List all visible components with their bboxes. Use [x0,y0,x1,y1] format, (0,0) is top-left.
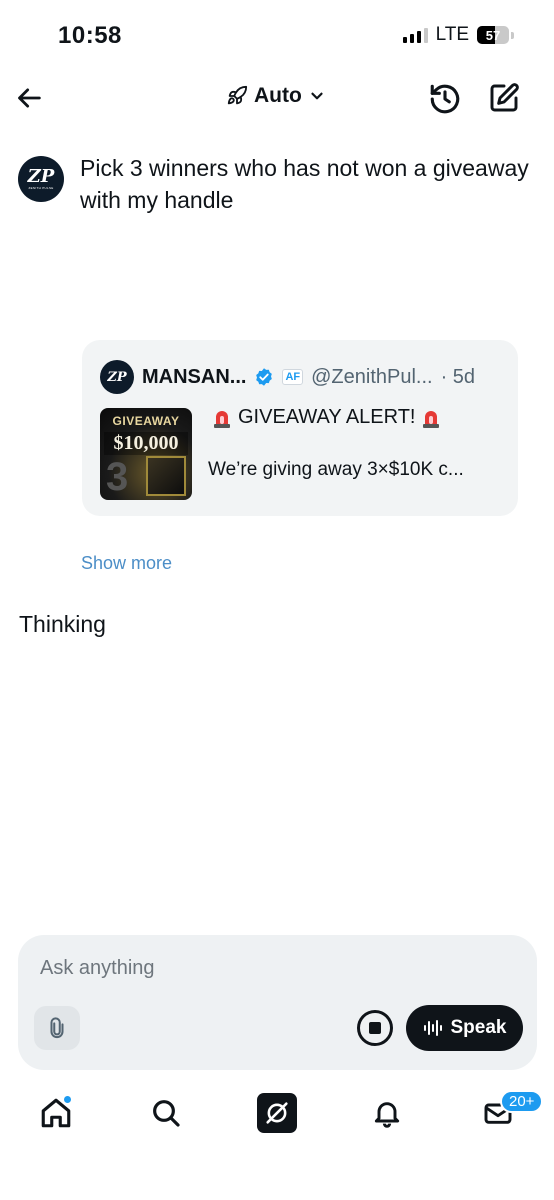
waveform-icon [423,1020,442,1036]
quoted-post-card[interactable]: ZP MANSAN... AF @ZenithPul... · 5d GIVEA… [82,340,518,516]
battery-level: 57 [485,27,501,43]
nav-home[interactable] [36,1093,76,1133]
thumbnail-amount: $10,000 [104,432,188,455]
rocket-icon [227,85,248,105]
nav-grok[interactable] [257,1093,297,1133]
user-message-text: Pick 3 winners who has not won a giveawa… [80,155,529,213]
speak-label: Speak [450,1017,507,1038]
quoted-post-thumbnail: GIVEAWAY $10,000 3 [100,408,192,500]
siren-icon [214,410,230,428]
affiliate-badge: AF [282,369,304,385]
gift-box-icon [146,456,186,496]
stop-icon [369,1022,381,1034]
messages-badge: 20+ [500,1090,544,1113]
history-icon [430,84,460,114]
composer: Ask anything Speak [18,935,537,1070]
battery-icon: 57 [477,26,509,44]
history-button[interactable] [428,82,462,116]
siren-icon [423,410,440,428]
status-bar: 10:58 LTE 57 [0,0,554,72]
nav-notifications[interactable] [367,1093,407,1133]
quoted-post-name: MANSAN... [142,365,247,388]
top-bar: Auto [0,78,554,122]
avatar[interactable]: ZP ZENITH PULSE [18,156,64,202]
verified-badge-icon [256,368,273,386]
quoted-post-avatar-logo: ZP [107,369,127,385]
attach-button[interactable] [34,1006,80,1050]
nav-search[interactable] [146,1093,186,1133]
quoted-post-body: We’re giving away 3×$10K c... [208,459,464,480]
paperclip-icon [50,1017,64,1039]
show-more-link[interactable]: Show more [81,553,172,574]
thumbnail-title: GIVEAWAY [112,414,180,428]
quoted-post-title: GIVEAWAY ALERT! [238,406,416,428]
bottom-nav: 20+ [0,1085,554,1155]
quoted-post-age: · 5d [440,365,476,388]
quoted-post-title-row: GIVEAWAY ALERT! [212,406,441,429]
chevron-down-icon [311,92,323,100]
quoted-post-handle: @ZenithPul... [311,365,433,388]
mode-selector[interactable]: Auto [226,84,326,108]
quoted-post-avatar: ZP [100,360,134,394]
nav-messages[interactable]: 20+ [478,1090,544,1133]
user-message: ZP ZENITH PULSE Pick 3 winners who has n… [18,152,538,216]
arrow-left-icon [18,88,41,108]
search-icon [153,1100,180,1127]
quoted-post-header: ZP MANSAN... AF @ZenithPul... · 5d [100,360,475,394]
speak-button[interactable]: Speak [406,1005,523,1051]
stop-button[interactable] [357,1010,393,1046]
avatar-caption: ZENITH PULSE [28,186,54,190]
signal-icon [402,27,428,43]
compose-icon [490,83,519,112]
thumbnail-number: 3 [106,455,129,499]
ask-input[interactable]: Ask anything [40,957,155,980]
back-button[interactable] [14,82,46,114]
thinking-status: Thinking [19,611,106,637]
notifications-icon [374,1102,400,1128]
new-chat-button[interactable] [488,82,522,116]
home-notification-dot [63,1095,72,1104]
avatar-logo: ZP [27,166,55,187]
network-label: LTE [435,24,469,45]
mode-label: Auto [254,84,302,107]
grok-icon [257,1093,297,1133]
status-indicators: LTE 57 [402,24,514,46]
clock: 10:58 [58,22,122,49]
